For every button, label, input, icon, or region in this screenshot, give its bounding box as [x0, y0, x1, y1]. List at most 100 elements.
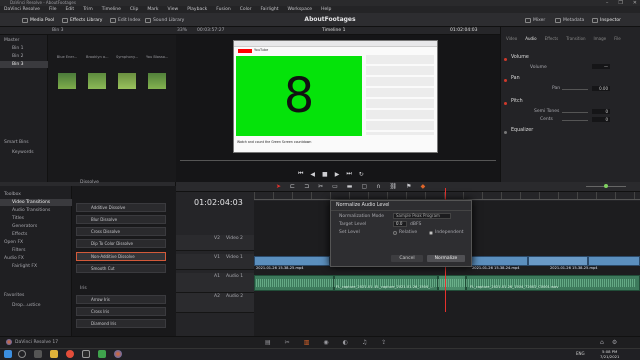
clip-thumbnail[interactable]: [58, 73, 76, 89]
toolbox-header[interactable]: Toolbox: [4, 192, 21, 197]
cents-value[interactable]: 0: [592, 117, 610, 122]
media-page-icon[interactable]: ▤: [265, 339, 271, 346]
menu-playback[interactable]: Playback: [187, 7, 207, 12]
current-bin[interactable]: Bin 3: [52, 28, 63, 33]
effects-category[interactable]: Fairlight FX: [12, 264, 37, 269]
color-page-icon[interactable]: ◐: [343, 339, 348, 346]
master-bin[interactable]: Master: [4, 38, 19, 43]
deliver-page-icon[interactable]: ⇪: [381, 339, 386, 346]
keywords-bin[interactable]: Keywords: [12, 150, 34, 155]
tab-image[interactable]: Image: [594, 36, 607, 41]
sound-library-button[interactable]: Sound Library: [145, 16, 184, 24]
viewer-scrubber[interactable]: [180, 160, 496, 161]
transition-item[interactable]: Dip To Color Dissolve: [76, 239, 166, 248]
menu-fairlight[interactable]: Fairlight: [260, 7, 278, 12]
video-clip[interactable]: [470, 256, 528, 266]
blade-icon[interactable]: ✂: [318, 183, 323, 190]
pan-slider[interactable]: [562, 89, 588, 90]
transition-item-selected[interactable]: Non-Additive Dissolve: [76, 252, 166, 261]
resolve-taskbar-icon[interactable]: [114, 350, 122, 358]
fairlight-page-icon[interactable]: ♫: [362, 339, 367, 346]
loop-icon[interactable]: ↻: [359, 171, 364, 178]
search-icon[interactable]: [18, 350, 26, 358]
taskbar-date[interactable]: 7/21/2021: [600, 354, 619, 359]
tab-audio[interactable]: Audio: [525, 36, 536, 41]
overwrite-icon[interactable]: ▬: [347, 183, 353, 190]
edit-page-icon[interactable]: ▥: [304, 339, 310, 346]
insert-icon[interactable]: ▭: [332, 183, 338, 190]
zoom-slider-handle[interactable]: [604, 184, 608, 188]
marker-icon[interactable]: ◆: [421, 183, 426, 190]
chrome-icon[interactable]: [66, 350, 74, 358]
tab-transition[interactable]: Transition: [566, 36, 585, 41]
semitones-slider[interactable]: [562, 112, 588, 113]
snap-icon[interactable]: ∩: [376, 183, 380, 190]
app-icon[interactable]: [98, 350, 106, 358]
menu-fusion[interactable]: Fusion: [216, 7, 230, 12]
iris-item[interactable]: Arrow Iris: [76, 295, 166, 304]
file-explorer-icon[interactable]: [50, 350, 58, 358]
clip-thumbnail[interactable]: [88, 73, 106, 89]
pan-value[interactable]: 0.00: [592, 86, 610, 91]
dynamic-trim-icon[interactable]: ⊐: [304, 183, 309, 190]
metadata-button[interactable]: Metadata: [555, 16, 584, 24]
effects-category[interactable]: Effects: [12, 232, 27, 237]
relative-radio[interactable]: [393, 231, 397, 235]
video-clip[interactable]: [588, 256, 640, 266]
edit-index-button[interactable]: Edit Index: [110, 16, 141, 24]
video-clip[interactable]: [528, 256, 588, 266]
pointer-icon[interactable]: ➤: [276, 183, 281, 190]
play-icon[interactable]: ▶: [335, 171, 340, 178]
effects-category[interactable]: Titles: [12, 216, 24, 221]
settings-icon[interactable]: ⚙: [612, 339, 617, 346]
effects-category[interactable]: Generators: [12, 224, 37, 229]
normalize-button[interactable]: Normalize: [427, 255, 465, 262]
taskbar-language[interactable]: ENG: [576, 351, 585, 356]
favorite-item[interactable]: Drop...ustice: [12, 303, 41, 308]
iris-item[interactable]: Cross Iris: [76, 307, 166, 316]
reverse-icon[interactable]: ◀: [310, 171, 315, 178]
windows-start-icon[interactable]: [4, 350, 12, 358]
clip-thumbnail[interactable]: [148, 73, 166, 89]
menu-mark[interactable]: Mark: [147, 7, 158, 12]
iris-item[interactable]: Diamond Iris: [76, 319, 166, 328]
viewer-zoom[interactable]: 33%: [177, 28, 187, 33]
bin-item[interactable]: Bin 1: [12, 46, 23, 51]
transition-item[interactable]: Blur Dissolve: [76, 215, 166, 224]
menu-edit[interactable]: Edit: [65, 7, 74, 12]
flag-icon[interactable]: ⚑: [406, 183, 411, 190]
cents-slider[interactable]: [562, 120, 588, 121]
fusion-page-icon[interactable]: ◉: [323, 339, 328, 346]
volume-value[interactable]: —: [592, 64, 610, 69]
tab-video[interactable]: Video: [506, 36, 517, 41]
semitones-value[interactable]: 0: [592, 109, 610, 114]
independent-radio[interactable]: [429, 231, 433, 235]
transition-item[interactable]: Smooth Cut: [76, 264, 166, 273]
timeline-ruler[interactable]: [254, 192, 640, 200]
app-icon[interactable]: [82, 350, 90, 358]
jump-start-icon[interactable]: ⏮: [298, 170, 303, 178]
menu-color[interactable]: Color: [240, 7, 252, 12]
menu-workspace[interactable]: Workspace: [287, 7, 312, 12]
transition-item[interactable]: Additive Dissolve: [76, 203, 166, 212]
transition-item[interactable]: Cross Dissolve: [76, 227, 166, 236]
bin-item[interactable]: Bin 2: [12, 54, 23, 59]
jump-end-icon[interactable]: ⏭: [346, 170, 351, 178]
inspector-button[interactable]: Inspector: [592, 16, 621, 24]
effects-category[interactable]: Audio Transitions: [12, 208, 50, 213]
cancel-button[interactable]: Cancel: [391, 255, 423, 262]
target-level-input[interactable]: 0.0: [393, 221, 407, 227]
media-pool-button[interactable]: Media Pool: [22, 16, 54, 24]
effects-category[interactable]: Open FX: [4, 240, 23, 245]
effects-category[interactable]: Video Transitions: [12, 200, 50, 205]
effects-category[interactable]: Filters: [12, 248, 26, 253]
mixer-button[interactable]: Mixer: [525, 16, 545, 24]
task-view-icon[interactable]: [34, 350, 42, 358]
link-icon[interactable]: ⛓: [390, 183, 398, 190]
tab-effects[interactable]: Effects: [545, 36, 559, 41]
home-icon[interactable]: ⌂: [600, 339, 604, 346]
cut-page-icon[interactable]: ✂: [285, 339, 290, 346]
timeline-name[interactable]: Timeline 1: [322, 28, 345, 33]
replace-icon[interactable]: ▢: [361, 183, 367, 190]
menu-trim[interactable]: Trim: [83, 7, 93, 12]
